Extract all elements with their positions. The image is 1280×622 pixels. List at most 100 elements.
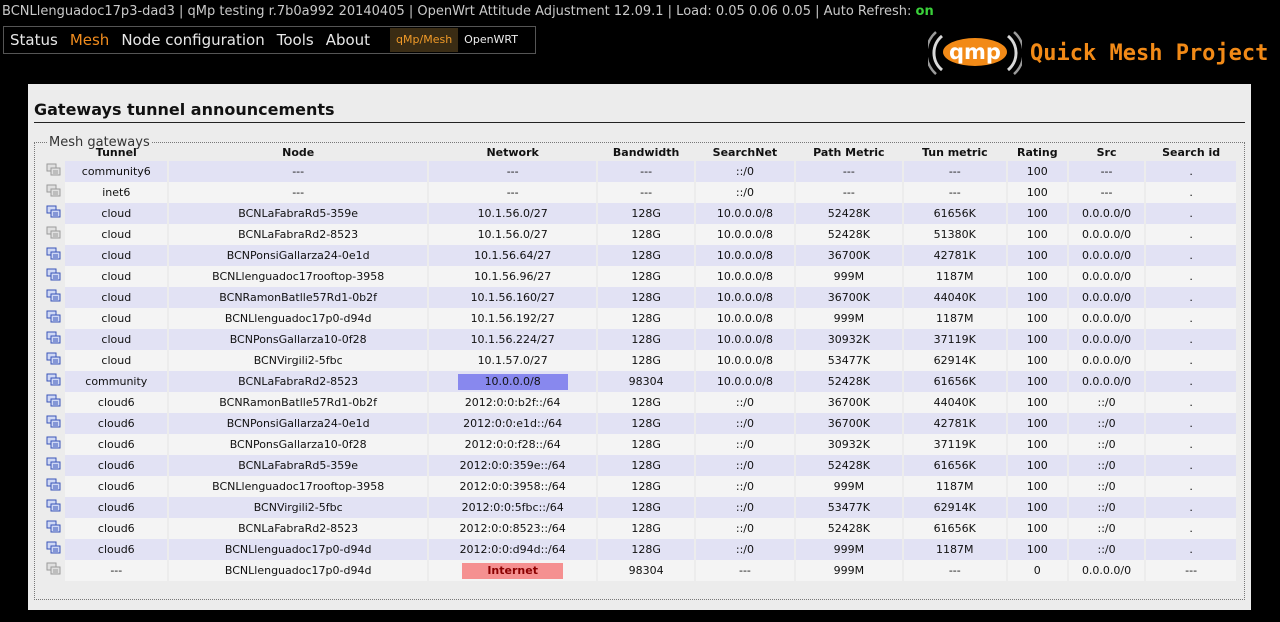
cell-bandwidth: 128G <box>598 455 695 476</box>
cell-bandwidth: 128G <box>598 266 695 287</box>
column-header-search-id[interactable]: Search id <box>1146 144 1236 161</box>
table-row: cloud6 BCNRamonBatlle57Rd1-0b2f 2012:0:0:b… <box>45 392 1236 413</box>
cell-tun-metric: 61656K <box>903 518 1006 539</box>
cell-network: --- <box>429 182 597 203</box>
cell-rating: 100 <box>1007 518 1067 539</box>
cell-bandwidth: --- <box>598 161 695 182</box>
cell-search-id: . <box>1146 539 1236 560</box>
cell-src: ::/0 <box>1068 497 1145 518</box>
table-row: cloud6 BCNLaFabraRd5-359e 2012:0:0:359e::/… <box>45 455 1236 476</box>
cell-search-id: . <box>1146 455 1236 476</box>
cell-node: BCNVirgili2-5fbc <box>169 350 428 371</box>
column-header-rating[interactable]: Rating <box>1008 144 1067 161</box>
table-row: cloud6 BCNLlenguadoc17p0-d94d 2012:0:0:d94… <box>45 539 1236 560</box>
host-active-icon <box>45 371 63 392</box>
cell-searchnet: 10.0.0.0/8 <box>696 245 794 266</box>
main-menu: Status Mesh Node configuration Tools Abo… <box>3 26 536 54</box>
cell-tunnel: cloud6 <box>65 539 168 560</box>
cell-tun-metric: 61656K <box>903 203 1006 224</box>
cell-search-id: . <box>1146 161 1236 182</box>
cell-search-id: . <box>1146 224 1236 245</box>
host-active-icon <box>45 539 63 560</box>
cell-searchnet: 10.0.0.0/8 <box>696 266 794 287</box>
cell-searchnet: 10.0.0.0/8 <box>696 203 794 224</box>
cell-network: --- <box>429 161 597 182</box>
cell-tun-metric: 42781K <box>903 413 1006 434</box>
cell-rating: 100 <box>1007 287 1067 308</box>
gateways-table: Tunnel Node Network Bandwidth SearchNet Path … <box>43 144 1238 581</box>
cell-tun-metric: 1187M <box>903 308 1006 329</box>
cell-network: 2012:0:0:5fbc::/64 <box>429 497 597 518</box>
cell-rating: 100 <box>1007 203 1067 224</box>
host-active-icon <box>45 245 63 266</box>
cell-tun-metric: --- <box>903 182 1006 203</box>
menu-status[interactable]: Status <box>4 27 64 53</box>
cell-path-metric: 999M <box>795 476 902 497</box>
table-row: cloud BCNVirgili2-5fbc 10.1.57.0/27 128G 10.… <box>45 350 1236 371</box>
logo-title: Quick Mesh Project <box>1030 40 1269 66</box>
cell-network: 10.1.56.64/27 <box>429 245 597 266</box>
menu-mesh[interactable]: Mesh <box>64 27 116 53</box>
cell-bandwidth: 128G <box>598 413 695 434</box>
cell-node: BCNLlenguadoc17p0-d94d <box>169 539 428 560</box>
qmp-logo[interactable]: qmp Quick Mesh Project <box>925 28 1269 78</box>
cell-src: ::/0 <box>1068 539 1145 560</box>
status-line: BCNLlenguadoc17p3-dad3 | qMp testing r.7… <box>2 4 934 22</box>
column-header-searchnet[interactable]: SearchNet <box>696 144 794 161</box>
cell-network: 10.1.56.0/27 <box>429 203 597 224</box>
cell-rating: 100 <box>1007 413 1067 434</box>
column-header-bandwidth[interactable]: Bandwidth <box>598 144 694 161</box>
cell-bandwidth: 128G <box>598 539 695 560</box>
cell-tun-metric: 44040K <box>903 392 1006 413</box>
table-row: cloud BCNLaFabraRd2-8523 10.1.56.0/27 128G 1… <box>45 224 1236 245</box>
switch-qmp-mesh[interactable]: qMp/Mesh <box>390 28 459 52</box>
host-active-icon <box>45 434 63 455</box>
cell-network: 10.1.56.192/27 <box>429 308 597 329</box>
cell-node: BCNPonsiGallarza24-0e1d <box>169 245 428 266</box>
menu-node-configuration[interactable]: Node configuration <box>115 27 270 53</box>
cell-search-id: . <box>1146 371 1236 392</box>
cell-node: BCNRamonBatlle57Rd1-0b2f <box>169 287 428 308</box>
cell-tun-metric: 1187M <box>903 266 1006 287</box>
menu-tools[interactable]: Tools <box>271 27 320 53</box>
auto-refresh-toggle[interactable]: on <box>916 4 934 19</box>
cell-path-metric: 53477K <box>795 497 902 518</box>
cell-tunnel: cloud <box>65 266 168 287</box>
table-row: cloud6 BCNPonsGallarza10-0f28 2012:0:0:f28… <box>45 434 1236 455</box>
cell-tunnel: --- <box>65 560 168 581</box>
cell-tunnel: cloud6 <box>65 497 168 518</box>
cell-src: ::/0 <box>1068 476 1145 497</box>
table-row: cloud BCNLaFabraRd5-359e 10.1.56.0/27 128G 1… <box>45 203 1236 224</box>
column-header-src[interactable]: Src <box>1069 144 1144 161</box>
cell-search-id: . <box>1146 245 1236 266</box>
cell-rating: 100 <box>1007 476 1067 497</box>
cell-node: BCNPonsGallarza10-0f28 <box>169 434 428 455</box>
cell-tun-metric: 42781K <box>903 245 1006 266</box>
host-active-icon <box>45 308 63 329</box>
cell-network: 2012:0:0:d94d::/64 <box>429 539 597 560</box>
cell-tun-metric: 44040K <box>903 287 1006 308</box>
cell-node: BCNPonsGallarza10-0f28 <box>169 329 428 350</box>
cell-node: BCNLaFabraRd2-8523 <box>169 224 428 245</box>
table-row: cloud BCNRamonBatlle57Rd1-0b2f 10.1.56.160… <box>45 287 1236 308</box>
cell-path-metric: 53477K <box>795 350 902 371</box>
column-header-path-metric[interactable]: Path Metric <box>796 144 902 161</box>
cell-searchnet: ::/0 <box>696 476 794 497</box>
column-header-network[interactable]: Network <box>429 144 596 161</box>
column-header-tun-metric[interactable]: Tun metric <box>904 144 1006 161</box>
cell-path-metric: 52428K <box>795 371 902 392</box>
cell-path-metric: 52428K <box>795 203 902 224</box>
cell-tun-metric: 62914K <box>903 497 1006 518</box>
cell-bandwidth: 128G <box>598 476 695 497</box>
cell-search-id: --- <box>1146 560 1236 581</box>
menu-about[interactable]: About <box>320 27 376 53</box>
cell-node: BCNLaFabraRd5-359e <box>169 455 428 476</box>
switch-openwrt[interactable]: OpenWRT <box>458 28 524 52</box>
cell-network: Internet <box>429 560 597 581</box>
cell-path-metric: 36700K <box>795 392 902 413</box>
cell-bandwidth: 98304 <box>598 371 695 392</box>
qmp-logo-icon: qmp <box>925 28 1025 78</box>
column-header-node[interactable]: Node <box>169 144 427 161</box>
cell-src: 0.0.0.0/0 <box>1068 308 1145 329</box>
cell-network: 2012:0:0:e1d::/64 <box>429 413 597 434</box>
